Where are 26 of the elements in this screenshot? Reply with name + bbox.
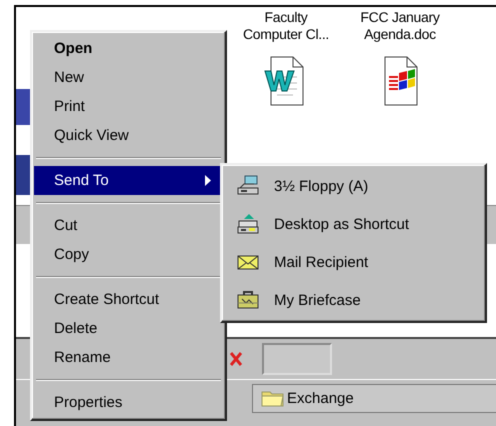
menu-item[interactable]: Desktop as Shortcut <box>224 205 483 243</box>
menu-item[interactable]: My Briefcase <box>224 281 483 319</box>
menu-item[interactable]: New <box>34 63 223 92</box>
address-field[interactable] <box>262 343 332 375</box>
delete-icon[interactable] <box>230 352 242 366</box>
menu-item-label: Mail Recipient <box>274 254 368 270</box>
file-name: FCC January Agenda.doc <box>359 9 441 43</box>
menu-item[interactable]: 3½ Floppy (A) <box>224 167 483 205</box>
menu-item[interactable]: Send To <box>34 166 223 195</box>
briefcase-icon <box>236 289 260 311</box>
floppy-drive-icon <box>236 175 260 197</box>
menu-item-label: My Briefcase <box>274 292 361 308</box>
desktop-shortcut-icon <box>236 213 260 235</box>
menu-item-label: Desktop as Shortcut <box>274 216 410 232</box>
menu-item-label: 3½ Floppy (A) <box>274 178 368 194</box>
menu-item[interactable]: Create Shortcut <box>34 285 223 314</box>
menu-item[interactable]: Open <box>34 34 223 63</box>
menu-item[interactable]: Copy <box>34 240 223 269</box>
menu-item[interactable]: Print <box>34 92 223 121</box>
menu-item[interactable]: Delete <box>34 314 223 343</box>
menu-item[interactable]: Properties <box>34 388 223 417</box>
menu-item[interactable]: Mail Recipient <box>224 243 483 281</box>
folder-location[interactable]: Exchange <box>252 384 496 413</box>
menu-item[interactable]: Cut <box>34 211 223 240</box>
menu-item[interactable]: Quick View <box>34 121 223 150</box>
file-name: Faculty Computer Cl... <box>242 9 330 43</box>
